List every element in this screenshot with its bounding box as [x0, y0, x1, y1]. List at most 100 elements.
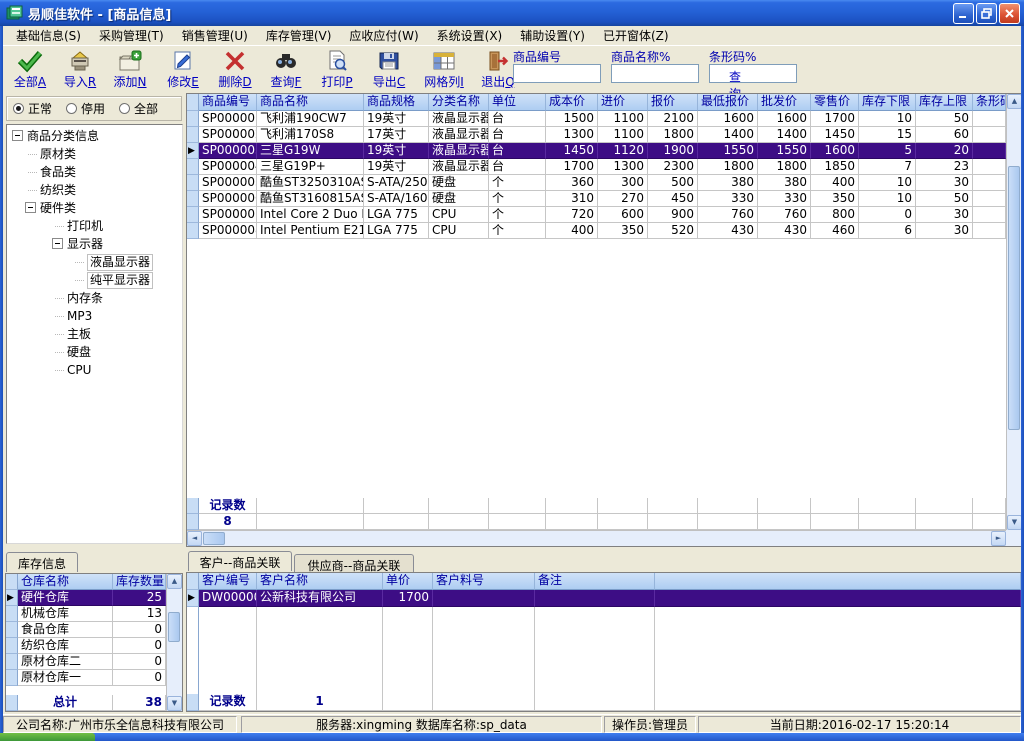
table-row[interactable]: 原材仓库一0 [6, 670, 166, 686]
column-header-2[interactable]: 商品规格 [364, 94, 429, 111]
table-cell[interactable]: 飞利浦190CW7 [257, 111, 364, 127]
tab-supplier-product-relation[interactable]: 供应商--商品关联 [294, 554, 414, 572]
table-cell[interactable]: 15 [859, 127, 916, 143]
import-button[interactable]: 导入R [55, 48, 105, 92]
table-cell[interactable]: S-ATA/250G [364, 175, 429, 191]
table-cell[interactable]: Intel Pentium E2140 [257, 223, 364, 239]
table-cell[interactable]: 1600 [811, 143, 859, 159]
table-row[interactable]: SP000001飞利浦190CW719英寸液晶显示器台1500110021001… [187, 111, 1006, 127]
edit-button[interactable]: 修改E [158, 48, 208, 92]
table-cell[interactable]: 1600 [698, 111, 758, 127]
scrollbar-thumb[interactable] [203, 532, 225, 545]
table-cell[interactable]: SP000002 [199, 127, 257, 143]
table-cell[interactable]: 350 [598, 223, 648, 239]
column-header-0[interactable]: 客户编号 [199, 573, 257, 590]
table-cell[interactable]: 食品仓库 [18, 622, 113, 638]
table-cell[interactable]: 台 [489, 159, 546, 175]
column-header-3[interactable]: 分类名称 [429, 94, 489, 111]
table-row[interactable]: SP000008Intel Pentium E2140LGA 775CPU个40… [187, 223, 1006, 239]
table-cell[interactable]: 430 [758, 223, 811, 239]
table-cell[interactable] [973, 207, 1006, 223]
table-cell[interactable]: 酷鱼ST3250310AS [257, 175, 364, 191]
table-row[interactable]: DW000002公新科技有限公司1700 [187, 590, 1021, 607]
delete-button[interactable]: 删除D [210, 48, 260, 92]
table-cell[interactable]: 酷鱼ST3160815AS(盒装) [257, 191, 364, 207]
table-cell[interactable]: 30 [916, 207, 973, 223]
table-cell[interactable] [973, 127, 1006, 143]
menu-item-2[interactable]: 销售管理(U) [173, 25, 257, 46]
table-cell[interactable]: 0 [113, 654, 166, 670]
column-header-3[interactable]: 客户料号 [433, 573, 535, 590]
table-cell[interactable]: SP000004 [199, 159, 257, 175]
menu-item-7[interactable]: 已开窗体(Z) [594, 25, 678, 46]
collapse-toggle-icon[interactable] [52, 238, 63, 249]
table-cell[interactable]: 400 [811, 175, 859, 191]
table-cell[interactable]: DW000002 [199, 590, 257, 607]
table-cell[interactable] [973, 191, 1006, 207]
table-cell[interactable]: 7 [859, 159, 916, 175]
table-cell[interactable]: 硬盘 [429, 175, 489, 191]
table-cell[interactable]: 飞利浦170S8 [257, 127, 364, 143]
table-cell[interactable]: 1800 [648, 127, 698, 143]
table-cell[interactable]: 1400 [758, 127, 811, 143]
row-selector[interactable] [187, 590, 199, 607]
table-cell[interactable]: 台 [489, 127, 546, 143]
table-cell[interactable]: 2100 [648, 111, 698, 127]
table-cell[interactable]: 360 [546, 175, 598, 191]
tree-item[interactable]: 纺织类 [7, 181, 182, 199]
table-cell[interactable]: 23 [916, 159, 973, 175]
column-header-6[interactable]: 进价 [598, 94, 648, 111]
table-cell[interactable]: 个 [489, 175, 546, 191]
inventory-vertical-scrollbar[interactable]: ▲ ▼ [166, 574, 182, 711]
table-cell[interactable]: 硬件仓库 [18, 590, 113, 606]
table-cell[interactable]: 三星G19P+ [257, 159, 364, 175]
table-cell[interactable]: 13 [113, 606, 166, 622]
table-row[interactable]: 纺织仓库0 [6, 638, 166, 654]
scroll-up-icon[interactable]: ▲ [167, 574, 182, 589]
table-cell[interactable]: 380 [758, 175, 811, 191]
table-cell[interactable]: 1400 [698, 127, 758, 143]
table-cell[interactable]: 1700 [383, 590, 433, 607]
column-header-11[interactable]: 库存下限 [859, 94, 916, 111]
table-cell[interactable]: 430 [698, 223, 758, 239]
table-cell[interactable]: 60 [916, 127, 973, 143]
table-cell[interactable]: 1600 [758, 111, 811, 127]
start-button[interactable] [0, 733, 95, 741]
column-header-12[interactable]: 库存上限 [916, 94, 973, 111]
tree-item[interactable]: 打印机 [7, 217, 182, 235]
table-cell[interactable]: SP000001 [199, 111, 257, 127]
column-header-2[interactable]: 单价 [383, 573, 433, 590]
table-cell[interactable]: 720 [546, 207, 598, 223]
table-cell[interactable]: 330 [698, 191, 758, 207]
table-cell[interactable]: 1900 [648, 143, 698, 159]
row-selector[interactable] [187, 127, 199, 143]
table-cell[interactable]: 30 [916, 175, 973, 191]
find-button[interactable]: 查询F [261, 48, 311, 92]
table-cell[interactable]: 350 [811, 191, 859, 207]
table-cell[interactable]: LGA 775 [364, 223, 429, 239]
tree-item[interactable]: MP3 [7, 307, 182, 325]
product-code-input[interactable] [513, 64, 601, 83]
table-cell[interactable]: LGA 775 [364, 207, 429, 223]
tree-item[interactable]: CPU [7, 361, 182, 379]
product-table-vertical-scrollbar[interactable]: ▲ ▼ [1006, 94, 1021, 530]
table-cell[interactable]: 原材仓库二 [18, 654, 113, 670]
tab-inventory-info[interactable]: 库存信息 [6, 552, 78, 572]
scroll-down-icon[interactable]: ▼ [167, 696, 182, 711]
table-cell[interactable]: 17英寸 [364, 127, 429, 143]
tree-item[interactable]: 商品分类信息 [7, 127, 182, 145]
table-cell[interactable]: 1100 [598, 111, 648, 127]
row-selector[interactable] [6, 590, 18, 606]
table-cell[interactable]: 30 [916, 223, 973, 239]
table-cell[interactable]: 1800 [698, 159, 758, 175]
tree-item[interactable]: 原材类 [7, 145, 182, 163]
table-cell[interactable]: 个 [489, 207, 546, 223]
row-selector[interactable] [6, 654, 18, 670]
menu-item-0[interactable]: 基础信息(S) [7, 25, 90, 46]
table-cell[interactable]: SP000007 [199, 207, 257, 223]
column-header-10[interactable]: 零售价 [811, 94, 859, 111]
table-cell[interactable]: 原材仓库一 [18, 670, 113, 686]
row-selector[interactable] [187, 175, 199, 191]
table-cell[interactable]: 1450 [546, 143, 598, 159]
table-row[interactable]: SP000004三星G19P+19英寸液晶显示器台170013002300180… [187, 159, 1006, 175]
